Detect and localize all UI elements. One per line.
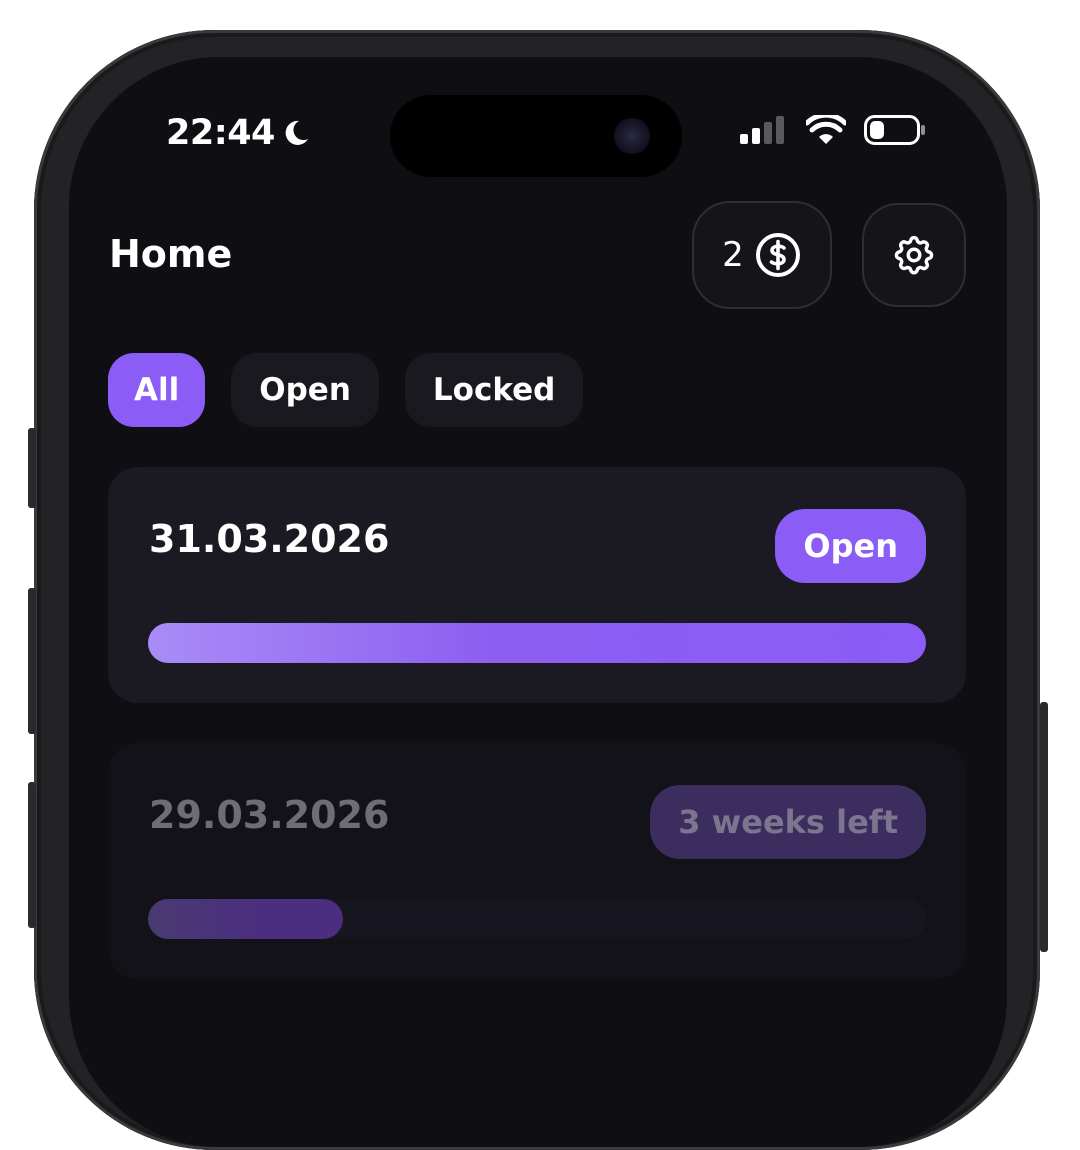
coins-button[interactable]: 2: [692, 201, 832, 309]
card-date: 31.03.2026: [149, 517, 390, 561]
battery-icon: [864, 115, 925, 145]
progress-fill: [148, 623, 926, 663]
entry-card-open[interactable]: 31.03.2026 Open: [108, 467, 966, 703]
side-button-action: [28, 428, 36, 508]
progress-fill: [148, 899, 343, 939]
dynamic-island: [390, 95, 682, 177]
side-button-volume-up: [28, 588, 36, 734]
coins-count: 2: [722, 235, 744, 275]
app-screen: 22:44 Home 2 All Open Locked 31.03.2026 …: [69, 57, 1007, 1147]
status-time: 22:44: [166, 113, 275, 153]
settings-button[interactable]: [862, 203, 966, 307]
camera-lens: [614, 118, 650, 154]
status-indicators: [740, 115, 926, 145]
filter-tabs: All Open Locked: [108, 353, 584, 427]
filter-tab-open[interactable]: Open: [231, 353, 379, 427]
gear-icon: [894, 235, 934, 275]
filter-tab-all[interactable]: All: [108, 353, 206, 427]
entry-card-locked[interactable]: 29.03.2026 3 weeks left: [108, 743, 966, 979]
side-button-power: [1040, 702, 1048, 952]
page-title: Home: [109, 232, 233, 276]
status-time-group: 22:44: [166, 113, 311, 153]
side-button-volume-down: [28, 782, 36, 928]
filter-tab-label: Open: [259, 372, 351, 408]
dollar-coin-icon: [755, 233, 800, 277]
cellular-signal-icon: [740, 116, 784, 144]
filter-tab-locked[interactable]: Locked: [404, 353, 584, 427]
progress-track: [148, 899, 926, 939]
status-badge: Open: [775, 509, 926, 583]
filter-tab-label: Locked: [432, 372, 556, 408]
moon-icon: [285, 120, 308, 145]
progress-track: [148, 623, 926, 663]
filter-tab-label: All: [134, 372, 180, 408]
status-badge: 3 weeks left: [650, 785, 926, 859]
wifi-icon: [806, 115, 846, 144]
status-bar: 22:44: [69, 57, 1007, 207]
card-date: 29.03.2026: [149, 793, 390, 837]
